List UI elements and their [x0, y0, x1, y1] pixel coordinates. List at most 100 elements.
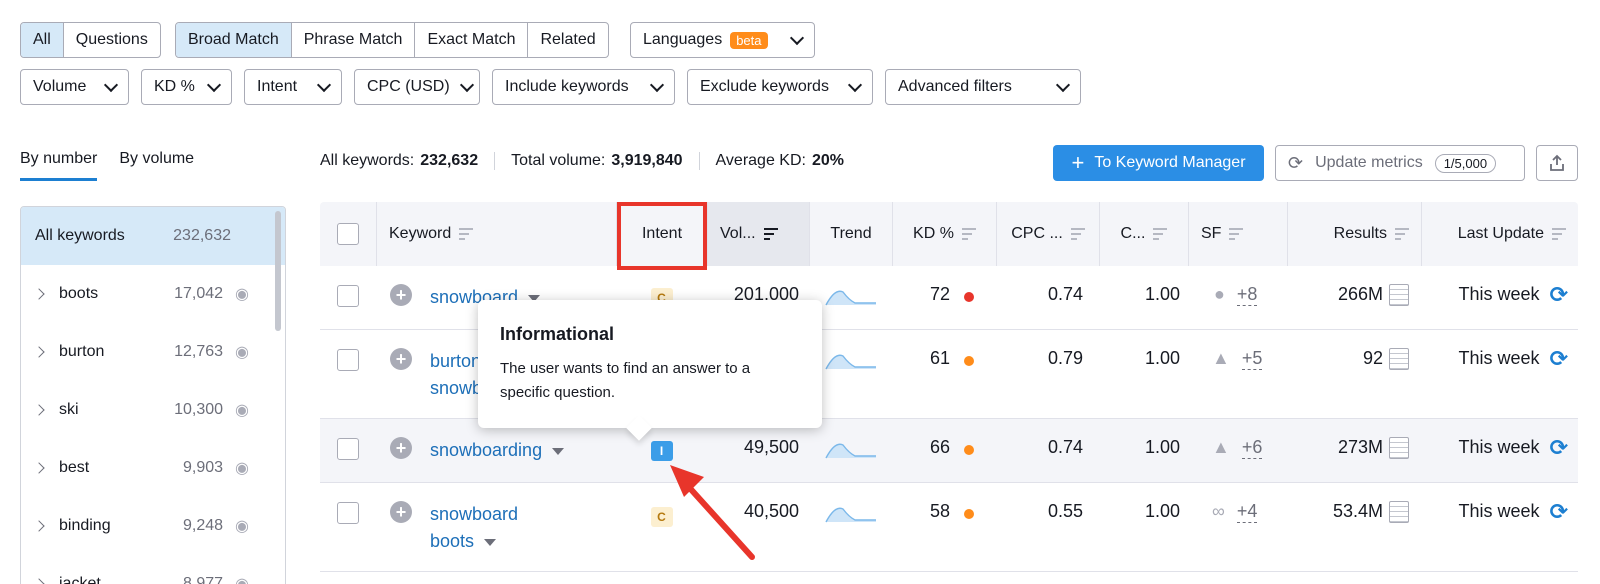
chevron-right-icon[interactable]	[33, 346, 45, 358]
cpc-filter[interactable]: CPC (USD)	[354, 69, 480, 105]
col-cpc[interactable]: CPC ...	[996, 202, 1099, 266]
caret-down-icon[interactable]	[552, 447, 565, 455]
eye-icon[interactable]: ◉	[235, 400, 249, 420]
beta-badge: beta	[730, 31, 768, 49]
sidebar-scrollbar[interactable]	[275, 211, 281, 331]
row-checkbox[interactable]	[337, 285, 359, 307]
sidebar-item-ski[interactable]: ski 10,300 ◉	[21, 381, 285, 439]
sidebar-item-boots[interactable]: boots 17,042 ◉	[21, 265, 285, 323]
table-row: + snowboard boots C 40,500 58 0.55 1.00 ∞ +…	[320, 483, 1578, 572]
eye-icon[interactable]: ◉	[235, 574, 249, 584]
tooltip-text: The user wants to find an answer to a sp…	[500, 360, 751, 401]
refresh-icon: ⟳	[1288, 152, 1304, 173]
caret-down-icon[interactable]	[484, 538, 497, 546]
col-kd[interactable]: KD %	[892, 202, 996, 266]
tab-all[interactable]: All	[21, 23, 63, 57]
refresh-icon[interactable]: ⟳	[1550, 435, 1568, 461]
sort-icon	[1229, 228, 1244, 240]
add-keyword-icon[interactable]: +	[390, 501, 412, 523]
tab-exact-match[interactable]: Exact Match	[414, 23, 527, 57]
kd-value: 61	[929, 348, 950, 368]
sort-icon	[1153, 228, 1168, 240]
eye-icon[interactable]: ◉	[235, 342, 249, 362]
add-keyword-icon[interactable]: +	[390, 284, 412, 306]
filter-label: CPC (USD)	[367, 78, 450, 95]
chevron-down-icon	[649, 77, 665, 92]
keyword-link[interactable]: snowboard	[430, 501, 518, 528]
row-checkbox[interactable]	[337, 502, 359, 524]
competition-value: 1.00	[1144, 501, 1180, 521]
eye-icon[interactable]: ◉	[235, 284, 249, 304]
chevron-right-icon[interactable]	[33, 462, 45, 474]
stat-value: 3,919,840	[611, 152, 683, 169]
table-row: + snowboarding I 49,500 66 0.74 1.00 ▲ +6 …	[320, 419, 1578, 483]
stat-all-keywords: All keywords: 232,632	[320, 152, 494, 170]
serp-document-icon[interactable]	[1389, 437, 1409, 459]
row-checkbox[interactable]	[337, 438, 359, 460]
serp-document-icon[interactable]	[1389, 501, 1409, 523]
col-sf[interactable]: SF	[1188, 202, 1287, 266]
refresh-icon[interactable]: ⟳	[1550, 346, 1568, 372]
serp-features-count[interactable]: +8	[1236, 284, 1258, 306]
intent-filter[interactable]: Intent	[244, 69, 342, 105]
filter-label: Volume	[33, 78, 87, 95]
chevron-right-icon[interactable]	[33, 578, 45, 584]
serp-document-icon[interactable]	[1389, 348, 1409, 370]
eye-icon[interactable]: ◉	[235, 458, 249, 478]
keyword-link-line2[interactable]: boots	[430, 531, 474, 551]
sort-icon	[1552, 228, 1566, 240]
sidebar-item-best[interactable]: best 9,903 ◉	[21, 439, 285, 497]
advanced-filters[interactable]: Advanced filters	[885, 69, 1081, 105]
include-keywords-filter[interactable]: Include keywords	[492, 69, 675, 105]
refresh-icon[interactable]: ⟳	[1550, 282, 1568, 308]
export-icon	[1550, 154, 1564, 171]
chevron-right-icon[interactable]	[33, 288, 45, 300]
col-volume[interactable]: Vol...	[707, 202, 809, 266]
serp-document-icon[interactable]	[1389, 284, 1409, 306]
tab-by-volume[interactable]: By volume	[119, 150, 194, 181]
group-tabs: By number By volume	[20, 150, 194, 181]
col-keyword[interactable]: Keyword	[376, 202, 616, 266]
tab-related[interactable]: Related	[527, 23, 607, 57]
sidebar-item-count: 9,903	[182, 459, 224, 476]
serp-features-count[interactable]: +5	[1241, 348, 1263, 370]
column-label: SF	[1201, 225, 1222, 242]
refresh-icon[interactable]: ⟳	[1550, 499, 1568, 525]
stat-label: Total volume:	[511, 152, 606, 169]
tab-broad-match[interactable]: Broad Match	[176, 23, 291, 57]
stat-label: All keywords:	[320, 152, 415, 169]
keyword-link[interactable]: snowboarding	[430, 440, 542, 460]
col-last-update[interactable]: Last Update	[1421, 202, 1578, 266]
add-keyword-icon[interactable]: +	[390, 348, 412, 370]
col-results[interactable]: Results	[1287, 202, 1421, 266]
serp-features-count[interactable]: +6	[1241, 437, 1263, 459]
filter-label: Exclude keywords	[700, 78, 829, 95]
kd-filter[interactable]: KD %	[141, 69, 232, 105]
chevron-right-icon[interactable]	[33, 404, 45, 416]
sidebar-item-jacket[interactable]: jacket 8,977 ◉	[21, 555, 285, 584]
trend-sparkline	[824, 354, 876, 370]
chevron-down-icon	[1055, 77, 1071, 92]
tab-by-number[interactable]: By number	[20, 150, 98, 181]
languages-dropdown[interactable]: Languages beta	[630, 22, 815, 58]
trend-sparkline	[824, 290, 876, 306]
add-keyword-icon[interactable]: +	[390, 437, 412, 459]
export-button[interactable]	[1536, 145, 1578, 181]
to-keyword-manager-button[interactable]: + To Keyword Manager	[1053, 145, 1264, 181]
sidebar-item-burton[interactable]: burton 12,763 ◉	[21, 323, 285, 381]
column-label: KD %	[913, 225, 954, 242]
sidebar-item-binding[interactable]: binding 9,248 ◉	[21, 497, 285, 555]
select-all-checkbox[interactable]	[337, 223, 359, 245]
update-metrics-button[interactable]: ⟳ Update metrics 1/5,000	[1275, 145, 1525, 181]
row-checkbox[interactable]	[337, 349, 359, 371]
chevron-right-icon[interactable]	[33, 520, 45, 532]
sidebar-item-all-keywords[interactable]: All keywords 232,632	[21, 207, 285, 265]
eye-icon[interactable]: ◉	[235, 516, 249, 536]
exclude-keywords-filter[interactable]: Exclude keywords	[687, 69, 873, 105]
plus-icon: +	[1071, 150, 1085, 175]
col-competition[interactable]: C...	[1099, 202, 1188, 266]
serp-features-count[interactable]: +4	[1236, 501, 1258, 523]
tab-phrase-match[interactable]: Phrase Match	[290, 23, 415, 57]
tab-questions[interactable]: Questions	[62, 23, 160, 57]
volume-filter[interactable]: Volume	[20, 69, 129, 105]
